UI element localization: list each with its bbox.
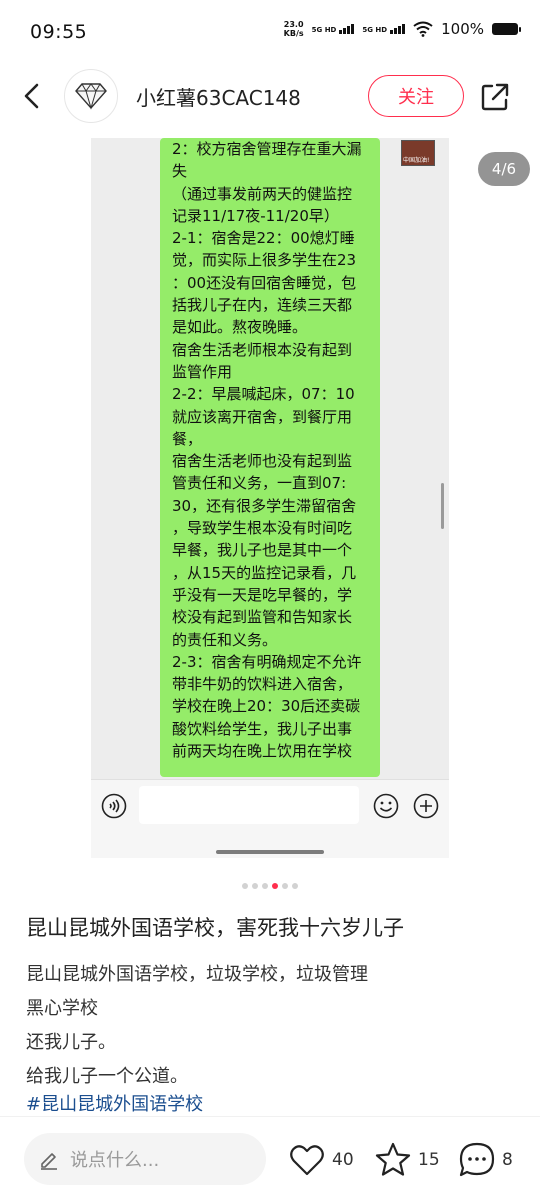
chat-line: 失 — [172, 162, 188, 181]
chat-line: 带非牛奶的饮料进入宿舍， — [172, 675, 353, 694]
chat-line: ，导致学生根本没有时间吃 — [172, 519, 353, 538]
chat-line: 是如此。熬夜晚睡。 — [172, 318, 308, 337]
collect-count: 15 — [418, 1150, 440, 1170]
carousel-dot — [242, 883, 248, 889]
collect-button[interactable]: 15 — [374, 1141, 440, 1179]
chat-line: （通过事发前两天的健监控 — [172, 184, 353, 203]
image-page-indicator: 4/6 — [478, 152, 530, 186]
signal-label: 5G HD — [311, 26, 337, 34]
like-count: 40 — [332, 1150, 354, 1170]
bottom-action-bar: 说点什么... 40 15 8 — [0, 1116, 540, 1200]
comment-button[interactable]: 8 — [458, 1141, 513, 1179]
chat-line: 觉，而实际上很多学生在23 — [172, 251, 357, 270]
diamond-icon — [75, 83, 107, 110]
post-body-line: 黑心学校 — [26, 998, 98, 1019]
post-body: 昆山昆城外国语学校，垃圾学校，垃圾管理 黑心学校还我儿子。给我儿子一个公道。 — [26, 958, 368, 1094]
comment-bubble-icon — [459, 1142, 495, 1177]
thumbnail-caption: 中国加油! — [403, 157, 430, 164]
chat-line: ：00还没有回宿舍睡觉，包 — [172, 273, 357, 292]
wifi-icon — [413, 21, 433, 37]
battery-percent: 100% — [441, 20, 484, 38]
hashtag-link[interactable]: #昆山昆城外国语学校 — [26, 1090, 203, 1116]
chat-line: 监管作用 — [172, 362, 233, 381]
chat-line: 校没有起到监管和告知家长 — [172, 608, 353, 627]
emoji-icon — [373, 793, 399, 819]
follow-button[interactable]: 关注 — [368, 75, 464, 117]
chat-scrollbar — [441, 483, 444, 529]
comment-input[interactable]: 说点什么... — [24, 1133, 266, 1185]
battery-icon — [492, 23, 521, 35]
chat-line: 学校在晚上20：30后还卖碳 — [172, 697, 361, 716]
like-button[interactable]: 40 — [288, 1141, 354, 1179]
chat-line: 管责任和义务，一直到07: — [172, 474, 347, 493]
chat-line: 乎没有一天是吃早餐的，学 — [172, 585, 353, 604]
chat-line: 早餐，我儿子也是其中一个 — [172, 541, 353, 560]
home-indicator — [216, 850, 324, 854]
post-body-line: 给我儿子一个公道。 — [26, 1066, 188, 1087]
sender-avatar-thumbnail: 中国加油! — [401, 140, 435, 166]
plus-circle-icon — [413, 793, 439, 819]
chat-line: 30，还有很多学生滞留宿舍 — [172, 496, 357, 515]
net-speed-value: 23.0 — [283, 20, 304, 29]
status-bar: 09:55 23.0 KB/s 5G HD 5G HD 100% — [0, 0, 540, 64]
chat-line: 的责任和义务。 — [172, 630, 278, 649]
chat-line: 餐， — [172, 429, 203, 448]
chat-text-field — [139, 786, 359, 824]
comment-placeholder: 说点什么... — [70, 1150, 160, 1171]
carousel-dot — [252, 883, 258, 889]
carousel-dot — [292, 883, 298, 889]
status-time: 09:55 — [30, 21, 88, 43]
chat-screenshot: 2：校方宿舍管理存在重大漏失 （通过事发前两天的健监控 记录11/17夜-11/2… — [91, 138, 449, 858]
chat-line: 前两天均在晚上饮用在学校 — [172, 742, 353, 761]
chat-line: 2-1：宿舍是22：00熄灯睡 — [172, 229, 355, 248]
post-header: 小红薯63CAC148 关注 — [0, 64, 540, 128]
chat-line: 2：校方宿舍管理存在重大漏 — [172, 140, 362, 158]
signal-label-2: 5G HD — [362, 26, 388, 34]
chat-line: 就应该离开宿舍，到餐厅用 — [172, 407, 353, 426]
avatar[interactable] — [64, 69, 118, 123]
chat-line: ，从15天的监控记录看，几 — [172, 563, 357, 582]
star-icon — [375, 1142, 411, 1176]
post-title: 昆山昆城外国语学校，害死我十六岁儿子 — [26, 916, 404, 940]
chat-line: 宿舍生活老师也没有起到监 — [172, 452, 353, 471]
share-icon[interactable] — [480, 82, 510, 112]
carousel-dot — [282, 883, 288, 889]
chat-line: 括我儿子在内，连续三天都 — [172, 296, 353, 315]
carousel-dot — [262, 883, 268, 889]
post-body-line: 昆山昆城外国语学校，垃圾学校，垃圾管理 — [26, 964, 368, 985]
comment-count: 8 — [502, 1150, 513, 1170]
pen-icon — [41, 1153, 57, 1170]
chat-line: 记录11/17夜-11/20早） — [172, 206, 339, 225]
chat-line: 2-3：宿舍有明确规定不允许 — [172, 652, 362, 671]
status-icons: 23.0 KB/s 5G HD 5G HD 100% — [284, 20, 521, 38]
author-name[interactable]: 小红薯63CAC148 — [136, 82, 301, 111]
chat-line: 2-2：早晨喊起床，07：10 — [172, 385, 355, 404]
voice-icon — [101, 793, 127, 819]
post-body-line: 还我儿子。 — [26, 1032, 116, 1053]
chat-input-bar — [91, 779, 449, 858]
net-speed-unit: KB/s — [283, 29, 304, 38]
heart-icon — [290, 1145, 324, 1176]
post-detail-page: 09:55 23.0 KB/s 5G HD 5G HD 100% 小红薯63CA… — [0, 0, 540, 1200]
carousel-dots — [0, 883, 540, 889]
chat-line: 酸饮料给学生，我儿子出事 — [172, 719, 353, 738]
post-image-carousel[interactable]: 2：校方宿舍管理存在重大漏失 （通过事发前两天的健监控 记录11/17夜-11/2… — [0, 138, 540, 876]
chat-line: 宿舍生活老师根本没有起到 — [172, 340, 353, 359]
back-arrow-icon[interactable] — [20, 82, 44, 110]
signal-icon: 5G HD — [312, 24, 355, 34]
signal-icon-2: 5G HD — [362, 24, 406, 34]
chat-message-bubble: 2：校方宿舍管理存在重大漏失 （通过事发前两天的健监控 记录11/17夜-11/2… — [160, 138, 380, 777]
carousel-dot-active — [272, 883, 278, 889]
net-speed: 23.0 KB/s — [284, 20, 304, 38]
